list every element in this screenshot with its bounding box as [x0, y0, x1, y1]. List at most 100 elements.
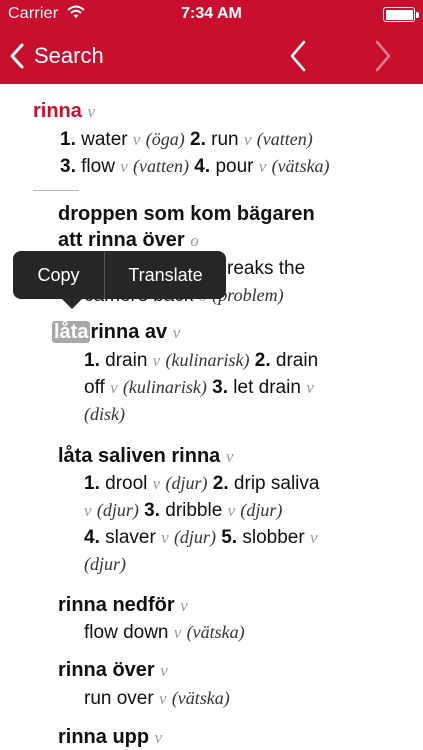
- entry-senses: run over v (vätska): [84, 685, 230, 712]
- sense-word: slobber: [242, 527, 305, 548]
- sense-number: 4.: [84, 527, 100, 548]
- sense-line: off v (kulinarisk) 3. let drain v: [84, 374, 318, 401]
- status-time: 7:34 AM: [181, 5, 242, 22]
- entry-headword: låta rinna av v: [52, 319, 180, 346]
- sense-number: 2.: [190, 129, 206, 150]
- section-divider: [33, 190, 79, 191]
- pos-label: v: [160, 661, 168, 680]
- sense-context: (djur): [96, 500, 139, 520]
- sense-line: 1. drool v (djur) 2. drip saliva: [84, 470, 319, 497]
- sense-context: (djur): [165, 473, 208, 493]
- sense-context: (kulinarisk): [165, 350, 250, 370]
- sense-word: drain: [105, 350, 148, 371]
- sense-number: 1.: [84, 473, 100, 494]
- pos-label: v: [158, 689, 167, 708]
- edit-menu-popup: Copy Translate: [13, 251, 226, 299]
- sense-context: (vatten): [256, 129, 313, 149]
- pos-label: v: [306, 378, 314, 397]
- entry-headword: rinna upp v: [58, 724, 162, 750]
- headword-line: att rinna över o: [58, 227, 315, 254]
- pos-label: v: [180, 596, 188, 615]
- sense-word: run: [211, 129, 239, 150]
- sense-line: 3. flow v (vatten) 4. pour v (vätska): [60, 153, 330, 180]
- back-button-label: Search: [34, 43, 104, 68]
- sense-line: (djur): [84, 551, 319, 578]
- headword-text: rinna upp: [58, 726, 150, 748]
- chevron-left-icon: [290, 40, 306, 72]
- pos-label: v: [172, 323, 181, 342]
- sense-context: (djur): [240, 500, 283, 520]
- battery-icon: [383, 7, 419, 22]
- entry-headword: rinna v: [33, 98, 95, 125]
- sense-context: (djur): [84, 554, 126, 574]
- sense-word: off: [84, 377, 105, 398]
- sense-context: (disk): [84, 404, 125, 424]
- sense-word: water: [81, 129, 128, 150]
- pos-label: v: [120, 157, 128, 176]
- sense-word: pour: [215, 156, 254, 177]
- pos-label: o: [190, 231, 199, 250]
- sense-line: v (djur) 3. dribble v (djur): [84, 497, 319, 524]
- pos-label: v: [154, 728, 163, 747]
- sense-line: (disk): [84, 401, 318, 428]
- headword-line: droppen som kom bägaren: [58, 203, 315, 225]
- sense-number: 2.: [212, 473, 229, 494]
- sense-number: 1.: [60, 129, 76, 150]
- dictionary-content[interactable]: rinna v 1. water v (öga) 2. run v (vatte…: [0, 84, 423, 750]
- pos-label: v: [161, 528, 169, 547]
- sense-context: (kulinarisk): [122, 377, 207, 397]
- entry-headword: droppen som kom bägaren att rinna över o: [58, 201, 315, 254]
- sense-word: drain: [275, 350, 319, 371]
- sense-number: 3.: [212, 377, 229, 398]
- pos-label: v: [84, 501, 92, 520]
- entry-headword: rinna över v: [58, 657, 168, 684]
- pos-label: v: [152, 474, 161, 493]
- sense-number: 5.: [221, 527, 238, 548]
- entry-senses: 1. drool v (djur) 2. drip saliva v (djur…: [84, 470, 319, 578]
- sense-line: 4. slaver v (djur) 5. slobber v: [84, 524, 319, 551]
- navigation-bar: Search: [0, 28, 423, 84]
- chevron-left-icon: [10, 43, 24, 69]
- sense-context: (vatten): [133, 156, 190, 176]
- popup-pointer: [61, 298, 83, 309]
- sense-word: drool: [105, 473, 148, 494]
- sense-word: reaks the: [227, 258, 306, 279]
- pos-label: v: [152, 351, 161, 370]
- sense-context: (vätska): [271, 156, 330, 176]
- pos-label: v: [309, 528, 318, 547]
- entry-senses: flow down v (vätska): [84, 619, 245, 646]
- sense-number: 2.: [254, 350, 271, 371]
- pos-label: v: [110, 378, 118, 397]
- headword-text: låta saliven rinna: [58, 445, 221, 467]
- previous-entry-button[interactable]: [285, 38, 313, 74]
- entry-headword: rinna nedför v: [58, 592, 188, 619]
- copy-button[interactable]: Copy: [13, 251, 104, 299]
- back-button[interactable]: Search: [8, 38, 104, 74]
- pos-label: v: [225, 447, 234, 466]
- sense-number: 1.: [84, 350, 100, 371]
- pos-label: v: [243, 130, 252, 149]
- sense-word: flow down: [84, 622, 169, 643]
- entry-senses: 1. water v (öga) 2. run v (vatten) 3. fl…: [60, 126, 330, 180]
- sense-word: drip saliva: [233, 473, 320, 494]
- entry-senses: 1. drain v (kulinarisk) 2. drain off v (…: [84, 347, 318, 428]
- sense-number: 3.: [60, 156, 76, 177]
- header-bar: Carrier 7:34 AM Search: [0, 0, 423, 84]
- sense-context: (vätska): [186, 622, 245, 642]
- selected-word-highlight[interactable]: låta: [52, 321, 91, 343]
- headword-text: rinna av: [90, 321, 168, 343]
- sense-word: run over: [84, 688, 154, 709]
- sense-context: (öga): [145, 129, 185, 149]
- pos-label: v: [132, 130, 141, 149]
- sense-context: (vätska): [171, 688, 230, 708]
- sense-context: (djur): [173, 527, 216, 547]
- chevron-right-icon: [375, 40, 391, 72]
- status-bar: Carrier 7:34 AM: [0, 0, 423, 28]
- headword-text: att rinna över: [58, 229, 185, 251]
- pos-label: v: [227, 501, 236, 520]
- headword-text: rinna över: [58, 659, 155, 681]
- sense-line: 1. drain v (kulinarisk) 2. drain: [84, 347, 318, 374]
- next-entry-button[interactable]: [368, 38, 396, 74]
- entry-headword: låta saliven rinna v: [58, 443, 233, 470]
- translate-button[interactable]: Translate: [105, 251, 226, 299]
